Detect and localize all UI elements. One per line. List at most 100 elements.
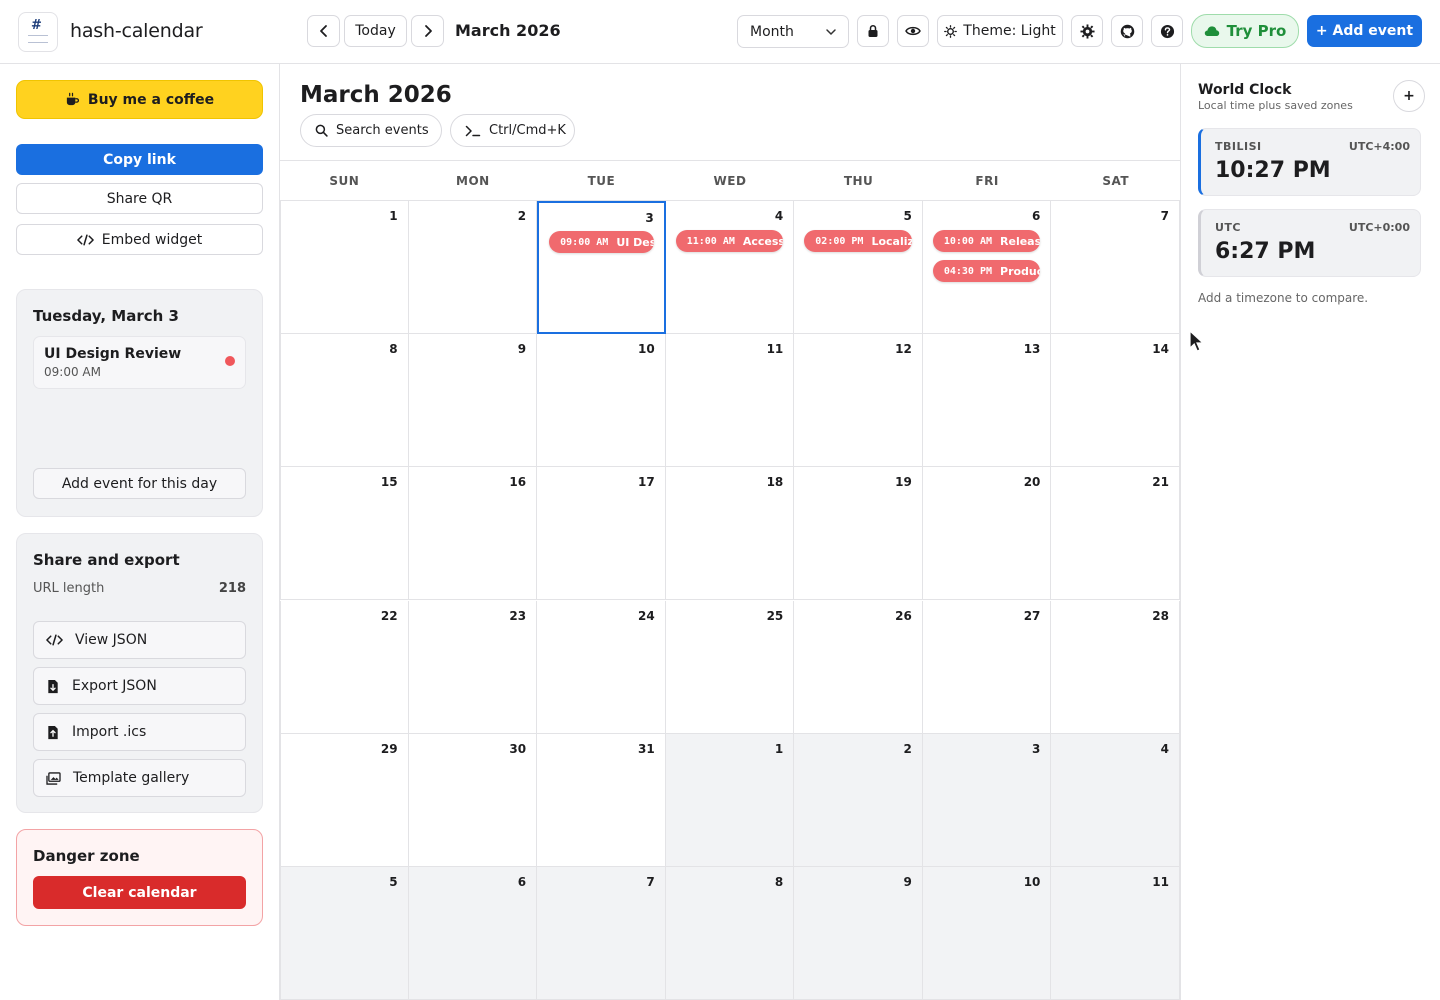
- event-chip[interactable]: 02:00 PM Localiz: [804, 230, 912, 252]
- day-cell[interactable]: 11: [665, 334, 795, 468]
- timezone-card-utc[interactable]: UTC UTC+0:00 6:27 PM: [1198, 209, 1421, 277]
- day-cell-outside-month[interactable]: 6: [408, 866, 538, 1000]
- day-cell[interactable]: 18: [665, 467, 795, 601]
- timezone-name: UTC: [1215, 221, 1242, 234]
- timezone-card-tbilisi[interactable]: TBILISI UTC+4:00 10:27 PM: [1198, 128, 1421, 196]
- day-cell[interactable]: 29: [280, 733, 409, 867]
- day-number: 1: [774, 741, 784, 756]
- day-cell[interactable]: 19: [794, 467, 923, 601]
- help-button[interactable]: [1151, 15, 1183, 47]
- weekday-label: WED: [713, 174, 747, 188]
- import-ics-label: Import .ics: [72, 724, 147, 740]
- day-number: 2: [517, 209, 527, 223]
- day-event-item[interactable]: UI Design Review 09:00 AM: [33, 336, 246, 389]
- day-cell[interactable]: 8: [280, 334, 409, 468]
- day-cell[interactable]: 1: [280, 201, 409, 335]
- day-number: 19: [895, 475, 912, 490]
- prev-month-button[interactable]: [307, 15, 340, 47]
- view-json-button[interactable]: View JSON: [33, 621, 246, 659]
- day-cell[interactable]: 31: [537, 733, 666, 867]
- day-cell[interactable]: 17: [537, 467, 666, 601]
- theme-toggle-button[interactable]: Theme: Light: [937, 15, 1063, 47]
- event-title: Access: [742, 234, 784, 248]
- day-cell[interactable]: 9: [408, 334, 538, 468]
- day-cell[interactable]: 16: [408, 467, 538, 601]
- theme-label: Theme: Light: [963, 23, 1056, 39]
- command-palette-button[interactable]: Ctrl/Cmd+K: [450, 114, 575, 147]
- view-select[interactable]: Month: [737, 15, 849, 48]
- day-cell-outside-month[interactable]: 2: [794, 733, 923, 867]
- day-cell[interactable]: 2: [408, 201, 538, 335]
- event-chip[interactable]: 10:00 AM Releas: [932, 230, 1041, 252]
- day-cell-outside-month[interactable]: 4: [1051, 733, 1180, 867]
- add-day-event-button[interactable]: Add event for this day: [33, 468, 246, 499]
- buy-coffee-button[interactable]: Buy me a coffee: [16, 80, 263, 119]
- github-button[interactable]: [1111, 15, 1143, 47]
- search-events-button[interactable]: Search events: [300, 114, 442, 147]
- day-cell[interactable]: 6 10:00 AM Releas 04:30 PM Produc: [922, 201, 1052, 335]
- day-cell[interactable]: 12: [794, 334, 923, 468]
- day-cell[interactable]: 28: [1051, 600, 1180, 734]
- day-cell-outside-month[interactable]: 9: [794, 866, 923, 1000]
- day-number: 5: [903, 209, 912, 223]
- day-cell-outside-month[interactable]: 7: [537, 866, 666, 1000]
- day-number: 30: [509, 741, 527, 756]
- next-month-button[interactable]: [411, 15, 444, 47]
- day-cell-outside-month[interactable]: 11: [1051, 866, 1180, 1000]
- terminal-icon: [465, 125, 481, 136]
- day-cell[interactable]: 5 02:00 PM Localiz: [794, 201, 923, 335]
- day-cell[interactable]: 20: [922, 467, 1052, 601]
- day-cell[interactable]: 4 11:00 AM Access: [665, 201, 795, 335]
- copy-link-button[interactable]: Copy link: [16, 144, 263, 175]
- timezone-time: 6:27 PM: [1215, 239, 1316, 264]
- day-cell[interactable]: 13: [922, 334, 1052, 468]
- day-cell[interactable]: 27: [922, 600, 1052, 734]
- event-chip[interactable]: 11:00 AM Access: [675, 230, 784, 252]
- day-cell-outside-month[interactable]: 3: [922, 733, 1052, 867]
- day-cell[interactable]: 25: [665, 600, 795, 734]
- lock-button[interactable]: [857, 15, 889, 47]
- day-number: 2: [903, 741, 912, 756]
- day-cell[interactable]: 24: [537, 600, 666, 734]
- day-cell[interactable]: 26: [794, 600, 923, 734]
- clear-calendar-button[interactable]: Clear calendar: [33, 876, 246, 909]
- day-cell[interactable]: 14: [1051, 334, 1180, 468]
- day-cell-selected[interactable]: 3 09:00 AM UI Desi: [537, 201, 666, 335]
- day-number: 3: [645, 211, 654, 225]
- add-event-button[interactable]: + Add event: [1307, 15, 1422, 47]
- day-cell[interactable]: 21: [1051, 467, 1180, 601]
- day-cell-outside-month[interactable]: 10: [922, 866, 1052, 1000]
- template-gallery-button[interactable]: Template gallery: [33, 759, 246, 797]
- settings-button[interactable]: [1071, 15, 1103, 47]
- event-title: Localiz: [871, 234, 912, 248]
- day-cell-outside-month[interactable]: 5: [280, 866, 409, 1000]
- day-cell[interactable]: 7: [1051, 201, 1180, 335]
- day-number: 7: [646, 874, 655, 889]
- weekday-label: THU: [843, 174, 874, 188]
- share-export-panel: Share and export URL length 218 View JSO…: [16, 533, 263, 813]
- day-number: 4: [1160, 741, 1169, 756]
- day-cell[interactable]: 15: [280, 467, 409, 601]
- view-json-label: View JSON: [75, 632, 148, 648]
- add-timezone-button[interactable]: +: [1393, 80, 1425, 112]
- event-chip[interactable]: 04:30 PM Produc: [932, 260, 1041, 282]
- event-chip[interactable]: 09:00 AM UI Desi: [549, 231, 654, 253]
- embed-widget-button[interactable]: Embed widget: [16, 224, 263, 255]
- day-number: 4: [774, 209, 784, 223]
- try-pro-button[interactable]: Try Pro: [1191, 14, 1299, 48]
- day-cell[interactable]: 22: [280, 600, 409, 734]
- export-json-button[interactable]: Export JSON: [33, 667, 246, 705]
- day-cell[interactable]: 30: [408, 733, 538, 867]
- day-cell-outside-month[interactable]: 8: [665, 866, 795, 1000]
- preview-button[interactable]: [897, 15, 929, 47]
- day-cell-outside-month[interactable]: 1: [665, 733, 795, 867]
- today-button[interactable]: Today: [344, 15, 407, 47]
- app-logo[interactable]: #: [18, 12, 58, 52]
- day-cell[interactable]: 10: [537, 334, 666, 468]
- day-cell[interactable]: 23: [408, 600, 538, 734]
- share-qr-button[interactable]: Share QR: [16, 183, 263, 214]
- event-time: 10:00 AM: [943, 235, 993, 247]
- event-time: 09:00 AM: [560, 236, 609, 248]
- import-ics-button[interactable]: Import .ics: [33, 713, 246, 751]
- template-gallery-label: Template gallery: [73, 770, 190, 786]
